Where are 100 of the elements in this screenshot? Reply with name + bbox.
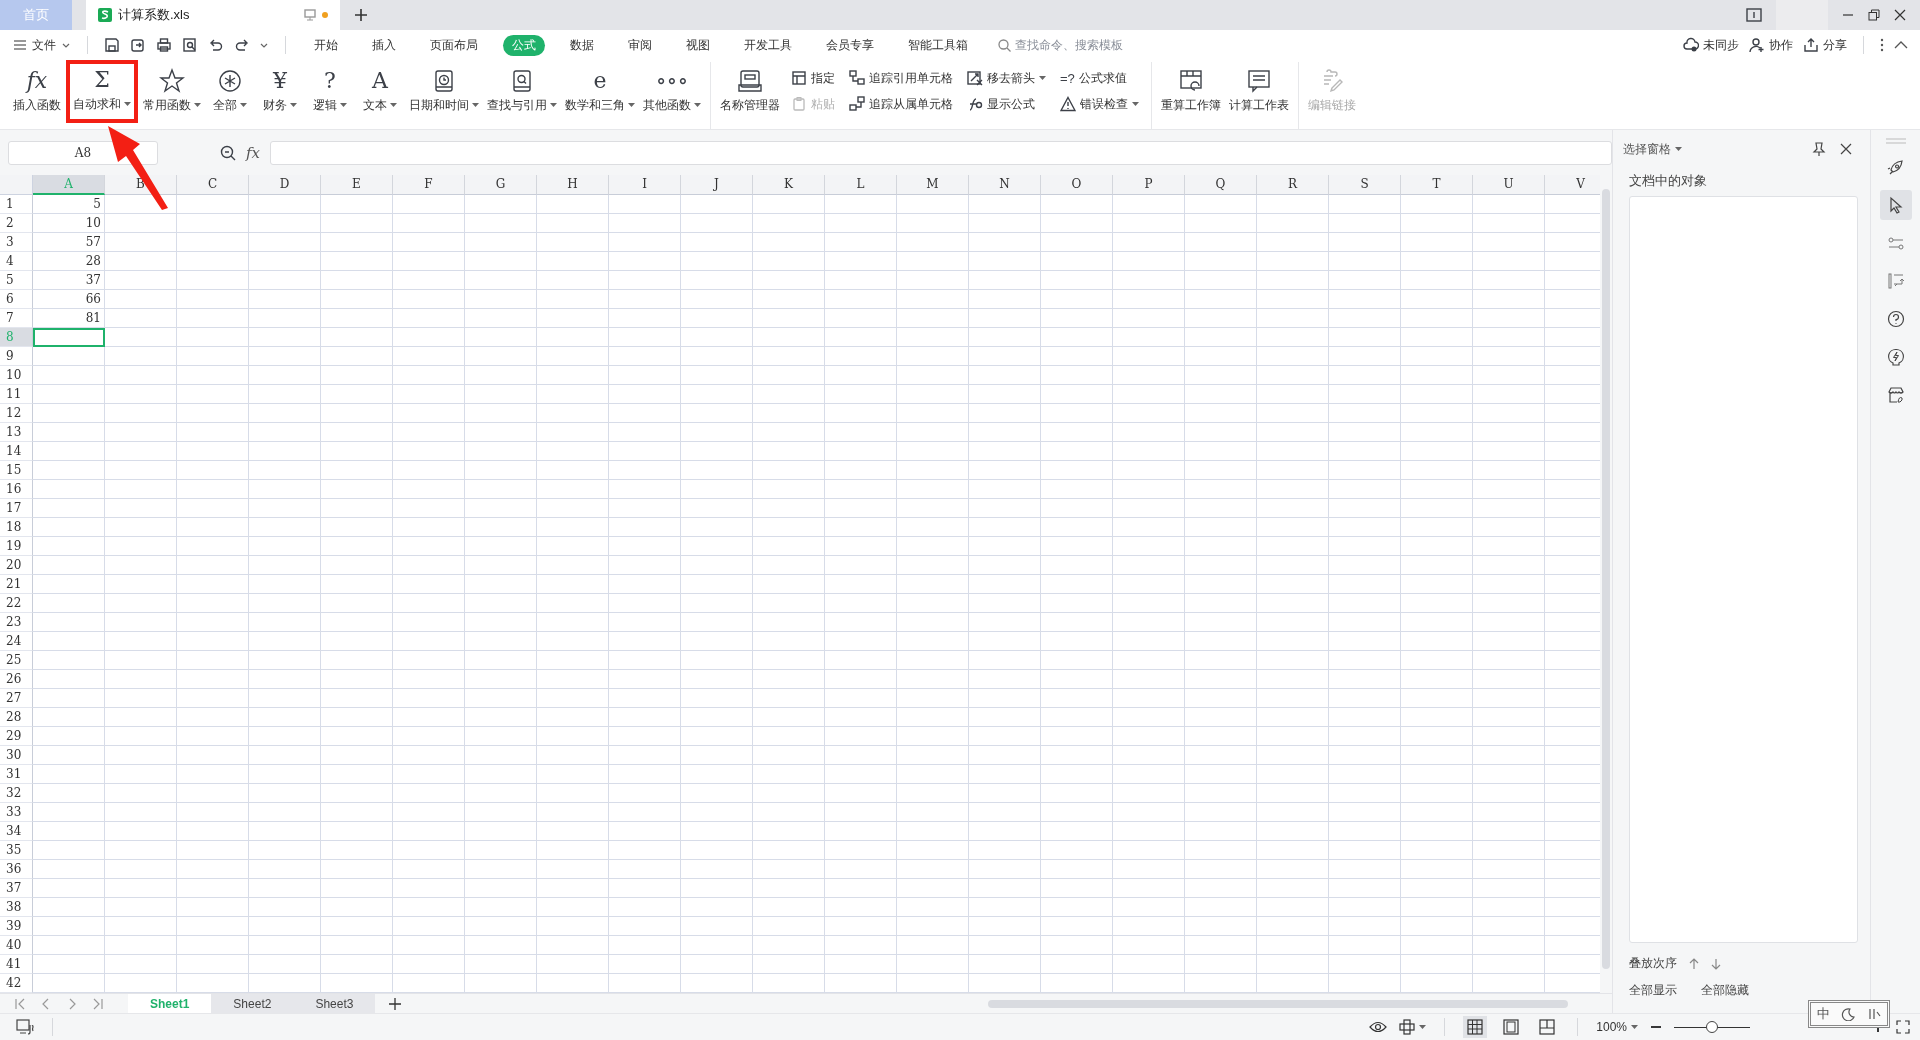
pane-button[interactable]: 全部隐藏	[1701, 982, 1749, 999]
document-tab[interactable]: 计算系数.xls	[86, 0, 340, 30]
sheet-tab[interactable]: Sheet3	[293, 993, 376, 1014]
ribbon-button[interactable]: 查找与引用	[484, 64, 560, 116]
row-header[interactable]: 20	[0, 556, 33, 575]
row-header[interactable]: 16	[0, 480, 33, 499]
column-header[interactable]: G	[465, 175, 537, 195]
ribbon-button[interactable]: e 数学和三角	[562, 64, 638, 116]
row-header[interactable]: 37	[0, 879, 33, 898]
row-header[interactable]: 2	[0, 214, 33, 233]
vertical-scrollbar[interactable]	[1600, 175, 1612, 993]
column-header[interactable]: K	[753, 175, 825, 195]
row-header[interactable]: 26	[0, 670, 33, 689]
ribbon-button[interactable]: ¥ 财务	[256, 64, 304, 116]
active-cell[interactable]	[33, 328, 105, 347]
ribbon-button[interactable]: 重算工作簿	[1158, 64, 1224, 116]
toolbar-button[interactable]: 未同步	[1683, 36, 1739, 54]
ribbon-button[interactable]: fx 插入函数	[10, 64, 64, 116]
strip-handle-icon[interactable]	[1885, 138, 1906, 144]
row-header[interactable]: 14	[0, 442, 33, 461]
row-header[interactable]: 35	[0, 841, 33, 860]
zoom-dropdown[interactable]: 100%	[1596, 1020, 1638, 1034]
column-header[interactable]: M	[897, 175, 969, 195]
row-header[interactable]: 6	[0, 290, 33, 309]
last-sheet-icon[interactable]	[92, 997, 104, 1010]
row-header[interactable]: 15	[0, 461, 33, 480]
window-number-icon[interactable]	[1746, 8, 1762, 22]
close-icon[interactable]	[1840, 143, 1852, 155]
column-header[interactable]: J	[681, 175, 753, 195]
ime-toolbar[interactable]: 中	[1808, 1000, 1890, 1028]
collapse-ribbon-icon[interactable]	[1894, 41, 1908, 49]
ribbon-button[interactable]: 追踪从属单元格	[849, 94, 953, 114]
slider-thumb[interactable]	[1706, 1021, 1718, 1033]
ribbon-button[interactable]: 显示公式	[967, 94, 1046, 114]
ribbon-tab[interactable]: 插入	[363, 34, 405, 56]
column-header[interactable]: Q	[1185, 175, 1257, 195]
ribbon-tab[interactable]: 开始	[305, 34, 347, 56]
column-header[interactable]: H	[537, 175, 609, 195]
move-up-icon[interactable]	[1689, 957, 1699, 970]
column-header[interactable]: F	[393, 175, 465, 195]
column-header[interactable]: T	[1401, 175, 1473, 195]
row-header[interactable]: 34	[0, 822, 33, 841]
row-header[interactable]: 9	[0, 347, 33, 366]
scroll-thumb[interactable]	[1602, 189, 1610, 969]
column-header[interactable]: C	[177, 175, 249, 195]
row-header[interactable]: 31	[0, 765, 33, 784]
ribbon-button[interactable]: A 文本	[356, 64, 404, 116]
row-header[interactable]: 41	[0, 955, 33, 974]
row-header[interactable]: 5	[0, 271, 33, 290]
row-header[interactable]: 1	[0, 195, 33, 214]
row-header[interactable]: 32	[0, 784, 33, 803]
row-header[interactable]: 39	[0, 917, 33, 936]
ribbon-tab[interactable]: 页面布局	[421, 34, 487, 56]
column-header[interactable]: O	[1041, 175, 1113, 195]
toolbar-button[interactable]: 协作	[1749, 36, 1793, 54]
ribbon-button[interactable]: 名称管理器	[717, 64, 783, 116]
ribbon-tab[interactable]: 视图	[677, 34, 719, 56]
ribbon-tab[interactable]: 会员专享	[817, 34, 883, 56]
row-header[interactable]: 38	[0, 898, 33, 917]
row-header[interactable]: 12	[0, 404, 33, 423]
column-header[interactable]: E	[321, 175, 393, 195]
zoom-icon[interactable]	[220, 144, 236, 161]
row-header[interactable]: 7	[0, 309, 33, 328]
view-button[interactable]	[1463, 1016, 1488, 1038]
move-down-icon[interactable]	[1711, 957, 1721, 970]
print-preview-icon[interactable]	[182, 37, 198, 53]
search-field[interactable]: 查找命令、搜索模板	[998, 38, 1148, 52]
ribbon-button[interactable]: 移去箭头	[967, 68, 1046, 88]
ribbon-button[interactable]: 指定	[791, 68, 835, 88]
column-header[interactable]: N	[969, 175, 1041, 195]
save-icon[interactable]	[104, 37, 120, 53]
file-menu-button[interactable]: 文件	[14, 36, 71, 54]
row-header[interactable]: 40	[0, 936, 33, 955]
scroll-thumb[interactable]	[988, 999, 1568, 1008]
row-header[interactable]: 25	[0, 651, 33, 670]
ribbon-button[interactable]: 计算工作表	[1226, 64, 1292, 116]
toolbar-button[interactable]: 分享	[1803, 36, 1847, 54]
row-header[interactable]: 17	[0, 499, 33, 518]
ribbon-button[interactable]: 日期和时间	[406, 64, 482, 116]
ribbon-tab[interactable]: 数据	[561, 34, 603, 56]
export-icon[interactable]	[130, 37, 146, 53]
column-header[interactable]: R	[1257, 175, 1329, 195]
undo-icon[interactable]	[208, 37, 224, 53]
print-icon[interactable]	[156, 37, 172, 53]
reading-mode-button[interactable]	[1399, 1019, 1427, 1035]
column-header[interactable]: D	[249, 175, 321, 195]
ribbon-tab[interactable]: 开发工具	[735, 34, 801, 56]
fullscreen-icon[interactable]	[1896, 1020, 1910, 1034]
row-header[interactable]: 24	[0, 632, 33, 651]
redo-icon[interactable]	[234, 37, 250, 53]
new-tab-icon[interactable]	[354, 8, 368, 22]
row-header[interactable]: 22	[0, 594, 33, 613]
row-header[interactable]: 27	[0, 689, 33, 708]
pin-icon[interactable]	[1812, 142, 1826, 156]
sheet-tab[interactable]: Sheet2	[211, 993, 294, 1014]
ribbon-button[interactable]: 错误检查	[1060, 94, 1139, 114]
row-header[interactable]: 21	[0, 575, 33, 594]
row-header[interactable]: 30	[0, 746, 33, 765]
column-header[interactable]: P	[1113, 175, 1185, 195]
pane-button[interactable]: 全部显示	[1629, 982, 1677, 999]
